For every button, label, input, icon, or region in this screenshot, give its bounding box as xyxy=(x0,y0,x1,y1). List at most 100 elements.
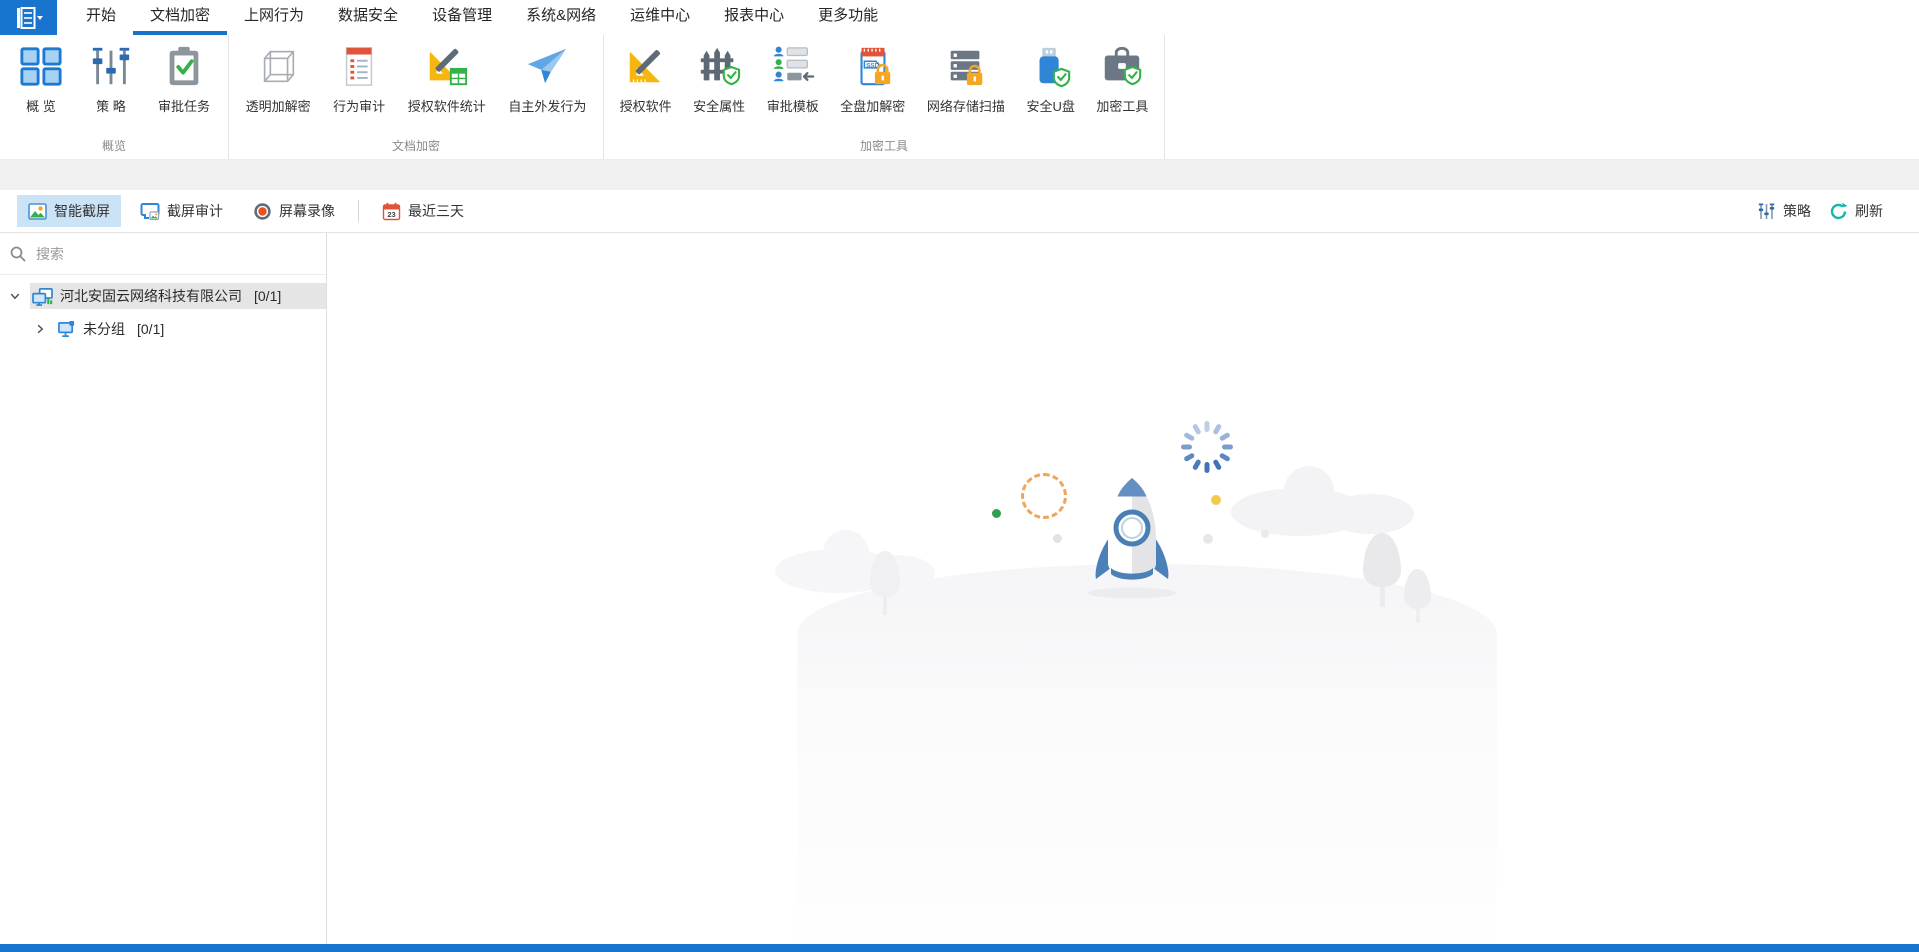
ribbon-item-label: 安全属性 xyxy=(693,99,746,114)
bottom-status-bar xyxy=(0,944,1919,952)
tab-report-center[interactable]: 报表中心 xyxy=(707,0,801,35)
calendar-icon: 23 xyxy=(382,202,401,220)
toolbar-item-smart-screenshot[interactable]: 智能截屏 xyxy=(17,195,121,227)
tab-more-functions[interactable]: 更多功能 xyxy=(801,0,895,35)
ribbon-item-full-disk-encryption[interactable]: SSD 全盘加解密 xyxy=(834,40,911,118)
full-disk-encryption-icon: SSD xyxy=(850,43,896,89)
ribbon-group-encryption-tools: 授权软件 安全属性 审批模板 SSD 全盘加解密 网络存储扫描 安全U盘 加密工… xyxy=(604,35,1165,159)
refresh-icon xyxy=(1830,202,1848,219)
toolbar-item-date-range[interactable]: 23 最近三天 xyxy=(371,195,475,227)
authorized-software-icon xyxy=(623,43,669,89)
ribbon-item-label: 策 略 xyxy=(96,99,126,114)
toolbar-item-label: 屏幕录像 xyxy=(279,203,335,219)
ribbon-item-label: 概 览 xyxy=(26,99,56,114)
tab-data-security[interactable]: 数据安全 xyxy=(321,0,415,35)
content-area: 河北安固云网络科技有限公司 [0/1] xyxy=(0,233,1919,944)
ribbon-item-encryption-tools[interactable]: 加密工具 xyxy=(1090,40,1154,118)
toolbar-item-screen-record[interactable]: 屏幕录像 xyxy=(242,195,346,227)
tree-node-label: 河北安固云网络科技有限公司 xyxy=(60,288,242,304)
yellow-dot xyxy=(1211,495,1221,505)
ribbon-item-label: 行为审计 xyxy=(333,99,386,114)
loading-spinner xyxy=(1181,421,1233,473)
main-panel xyxy=(327,233,1919,944)
tree-small-left xyxy=(870,551,900,615)
toolbar-item-screenshot-audit[interactable]: 截屏审计 xyxy=(129,195,234,227)
toolbar-right: 策略 刷新 xyxy=(1745,195,1889,227)
tab-internet-behavior[interactable]: 上网行为 xyxy=(227,0,321,35)
ribbon-item-transparent-encryption[interactable]: 透明加解密 xyxy=(240,40,317,118)
ribbon-item-overview[interactable]: 概 览 xyxy=(12,40,70,118)
chevron-right-icon[interactable] xyxy=(25,323,55,335)
device-tree-panel: 河北安固云网络科技有限公司 [0/1] xyxy=(0,233,327,944)
tab-ops-center[interactable]: 运维中心 xyxy=(613,0,707,35)
dashed-circle-decoration xyxy=(1021,473,1067,519)
svg-text:23: 23 xyxy=(387,210,395,219)
tree-node-label: 未分组 xyxy=(83,321,125,337)
ribbon-item-label: 授权软件统计 xyxy=(407,99,486,114)
cloud-right xyxy=(1231,466,1414,536)
ribbon-item-label: 透明加解密 xyxy=(245,99,311,114)
gray-dot xyxy=(1261,530,1269,538)
ribbon-item-secure-usb[interactable]: 安全U盘 xyxy=(1020,40,1080,118)
ribbon-group-document-encryption: 透明加解密 行为审计 授权软件统计 自主外发行为 文档加密 xyxy=(229,35,604,159)
ribbon-spacer xyxy=(1165,35,1919,159)
tab-device-management[interactable]: 设备管理 xyxy=(415,0,509,35)
ribbon-item-policy[interactable]: 策 略 xyxy=(82,40,140,118)
cloud-left xyxy=(775,530,935,593)
ribbon-group-label: 加密工具 xyxy=(859,139,908,153)
ribbon-group-label: 概览 xyxy=(101,139,126,153)
network-storage-scan-icon xyxy=(943,43,989,89)
ribbon-item-label: 审批模板 xyxy=(766,99,819,114)
toolbar-item-label: 最近三天 xyxy=(408,203,464,219)
tree-large-right xyxy=(1363,533,1401,607)
menu-bar: 开始 文档加密 上网行为 数据安全 设备管理 系统&网络 运维中心 报表中心 更… xyxy=(0,0,1919,35)
search-input[interactable] xyxy=(36,245,316,262)
tree-node-count: [0/1] xyxy=(137,321,165,337)
ribbon-item-label: 加密工具 xyxy=(1096,99,1149,114)
tab-start[interactable]: 开始 xyxy=(69,0,133,35)
ribbon-group-label: 文档加密 xyxy=(391,139,440,153)
toolbar-item-label: 刷新 xyxy=(1855,203,1883,219)
ribbon: 概 览 策 略 审批任务 概览 透明加解密 行为审计 授权软件统计 自主外发行为… xyxy=(0,35,1919,160)
rocket-illustration xyxy=(1088,478,1176,599)
screenshot-audit-icon xyxy=(140,202,160,220)
ribbon-item-label: 安全U盘 xyxy=(1026,99,1075,114)
toolbar-item-refresh[interactable]: 刷新 xyxy=(1823,195,1889,227)
ribbon-item-label: 网络存储扫描 xyxy=(926,99,1005,114)
toolbar-item-label: 截屏审计 xyxy=(167,203,223,219)
authorized-software-stats-icon xyxy=(424,43,470,89)
ribbon-item-behavior-audit[interactable]: 行为审计 xyxy=(327,40,391,118)
tree-small-right xyxy=(1404,569,1431,623)
tree-row-ungrouped[interactable]: 未分组 [0/1] xyxy=(25,316,326,342)
tree-row-company[interactable]: 河北安固云网络科技有限公司 [0/1] xyxy=(0,283,326,309)
policy-icon xyxy=(88,43,134,89)
device-tree: 河北安固云网络科技有限公司 [0/1] 未分组 [0/1] xyxy=(0,275,326,342)
ribbon-item-approval-template[interactable]: 审批模板 xyxy=(761,40,825,118)
tab-system-network[interactable]: 系统&网络 xyxy=(509,0,613,35)
ribbon-toolbar-gap xyxy=(0,160,1919,190)
approval-template-icon xyxy=(770,43,816,89)
search-icon xyxy=(10,246,26,261)
app-menu-button[interactable] xyxy=(0,0,57,35)
toolbar-item-policy[interactable]: 策略 xyxy=(1751,195,1817,227)
ribbon-item-label: 自主外发行为 xyxy=(508,99,587,114)
smart-screenshot-icon xyxy=(28,202,47,220)
encryption-tools-icon xyxy=(1099,43,1145,89)
secure-usb-icon xyxy=(1028,43,1074,89)
chevron-down-icon[interactable] xyxy=(0,290,30,302)
ribbon-item-self-send-behavior[interactable]: 自主外发行为 xyxy=(502,40,592,118)
ribbon-item-authorized-software-stats[interactable]: 授权软件统计 xyxy=(402,40,492,118)
green-dot xyxy=(992,509,1001,518)
ribbon-item-label: 审批任务 xyxy=(157,99,210,114)
behavior-audit-icon xyxy=(336,43,382,89)
policy-sliders-icon xyxy=(1758,203,1775,219)
screen-record-icon xyxy=(254,202,271,220)
self-send-icon xyxy=(524,43,570,89)
view-toolbar: 智能截屏 截屏审计 屏幕录像 23 最近三天 策略 刷新 xyxy=(0,190,1919,233)
tab-document-encryption[interactable]: 文档加密 xyxy=(133,0,228,35)
tree-node-count: [0/1] xyxy=(254,288,282,304)
ribbon-item-security-attributes[interactable]: 安全属性 xyxy=(687,40,751,118)
ribbon-item-network-storage-scan[interactable]: 网络存储扫描 xyxy=(921,40,1011,118)
ribbon-item-authorized-software[interactable]: 授权软件 xyxy=(614,40,678,118)
ribbon-item-approval-tasks[interactable]: 审批任务 xyxy=(152,40,216,118)
